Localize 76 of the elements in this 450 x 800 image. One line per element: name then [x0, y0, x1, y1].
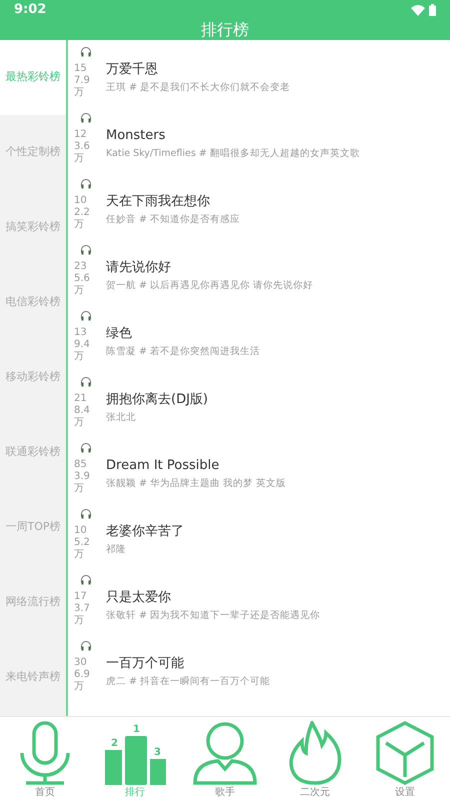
- play-count: 7.9: [74, 75, 91, 87]
- play-count: 5.2: [74, 537, 91, 549]
- song-subtitle: 祁隆: [106, 543, 127, 557]
- play-count: 21: [74, 393, 88, 405]
- play-count: 23: [74, 261, 88, 273]
- play-count: 10: [74, 195, 88, 207]
- headphones-icon: [80, 508, 92, 519]
- category-tab[interactable]: 最热彩铃榜: [0, 40, 66, 115]
- song-subtitle: 虎二 # 抖音在一瞬间有一百万个可能: [106, 675, 270, 689]
- play-count: 3.7: [74, 603, 91, 615]
- headphones-icon: [80, 376, 92, 387]
- play-count: 15: [74, 63, 88, 75]
- headphones-icon: [80, 442, 92, 453]
- page-title: 排行榜: [200, 20, 250, 40]
- play-count: 万: [74, 219, 85, 231]
- song-title: 万爱千恩: [106, 62, 159, 78]
- song-title: Monsters: [106, 128, 166, 144]
- headphones-icon: [80, 244, 92, 255]
- play-count: 17: [74, 591, 88, 603]
- song-subtitle: 陈雪凝 # 若不是你突然闯进我生活: [106, 345, 260, 359]
- play-count: 10: [74, 525, 88, 537]
- song-subtitle: 张靓颖 # 华为品牌主题曲 我的梦 英文版: [106, 477, 286, 491]
- song-row[interactable]: 10 2.2 万 天在下雨我在想你 任妙音 # 不知道你是否有感应: [68, 172, 450, 238]
- song-subtitle: 张敬轩 # 因为我不知道下一辈子还是否能遇见你: [106, 609, 320, 623]
- headphones-icon: [80, 178, 92, 189]
- song-row[interactable]: 30 6.9 万 一百万个可能 虎二 # 抖音在一瞬间有一百万个可能: [68, 634, 450, 700]
- play-count: 3.6: [74, 141, 91, 153]
- song-subtitle: 王琪 # 是不是我们不长大你们就不会变老: [106, 81, 290, 95]
- song-row[interactable]: 85 3.9 万 Dream It Possible 张靓颖 # 华为品牌主题曲 我的梦 英文版: [68, 436, 450, 502]
- song-row[interactable]: 21 8.4 万 拥抱你离去(DJ版) 张北北: [68, 370, 450, 436]
- song-subtitle: 任妙音 # 不知道你是否有感应: [106, 213, 240, 227]
- song-title: 请先说你好: [106, 260, 172, 276]
- play-count: 8.4: [74, 405, 91, 417]
- song-subtitle: 张北北: [106, 411, 137, 425]
- play-count: 万: [74, 417, 85, 429]
- song-subtitle: 贺一航 # 以后再遇见你再遇见你 请你先说你好: [106, 279, 314, 293]
- play-count: 万: [74, 351, 85, 363]
- status-time: 9:02: [14, 1, 46, 20]
- song-title: Dream It Possible: [106, 458, 220, 474]
- play-count: 万: [74, 87, 85, 99]
- play-count: 2.2: [74, 207, 91, 219]
- song-title: 绿色: [106, 326, 133, 342]
- play-count: 万: [74, 483, 85, 495]
- play-count: 5.6: [74, 273, 91, 285]
- play-count: 13: [74, 327, 88, 339]
- play-count: 30: [74, 657, 88, 669]
- play-count: 3.9: [74, 471, 91, 483]
- headphones-icon: [80, 640, 92, 651]
- song-row[interactable]: 23 5.6 万 请先说你好 贺一航 # 以后再遇见你再遇见你 请你先说你好: [68, 238, 450, 304]
- play-count: 万: [74, 153, 85, 165]
- play-count: 万: [74, 681, 85, 693]
- song-title: 拥抱你离去(DJ版): [106, 392, 208, 408]
- song-row[interactable]: 12 3.6 万 Monsters Katie Sky/Timeflies # 翻唱很多却无人超越的女声英文歌: [68, 106, 450, 172]
- play-count: 万: [74, 285, 85, 297]
- headphones-icon: [80, 574, 92, 585]
- song-row[interactable]: 15 7.9 万 万爱千恩 王琪 # 是不是我们不长大你们就不会变老: [68, 40, 450, 106]
- headphones-icon: [80, 112, 92, 123]
- play-count: 9.4: [74, 339, 91, 351]
- battery-icon: [429, 4, 436, 16]
- song-title: 天在下雨我在想你: [106, 194, 211, 210]
- play-count: 85: [74, 459, 88, 471]
- person-icon: [192, 721, 258, 785]
- play-count: 6.9: [74, 669, 91, 681]
- song-title: 只是太爱你: [106, 590, 172, 606]
- song-title: 老婆你辛苦了: [106, 524, 184, 540]
- headphones-icon: [80, 310, 92, 321]
- song-subtitle: Katie Sky/Timeflies # 翻唱很多却无人超越的女声英文歌: [106, 147, 360, 161]
- song-row[interactable]: 10 5.2 万 老婆你辛苦了 祁隆: [68, 502, 450, 568]
- song-row[interactable]: 13 9.4 万 绿色 陈雪凝 # 若不是你突然闯进我生活: [68, 304, 450, 370]
- play-count: 12: [74, 129, 88, 141]
- headphones-icon: [80, 46, 92, 57]
- song-row[interactable]: 17 3.7 万 只是太爱你 张敬轩 # 因为我不知道下一辈子还是否能遇见你: [68, 568, 450, 634]
- song-title: 一百万个可能: [106, 656, 185, 672]
- play-count: 万: [74, 615, 85, 627]
- play-count: 万: [74, 549, 85, 561]
- wifi-icon: [411, 4, 425, 16]
